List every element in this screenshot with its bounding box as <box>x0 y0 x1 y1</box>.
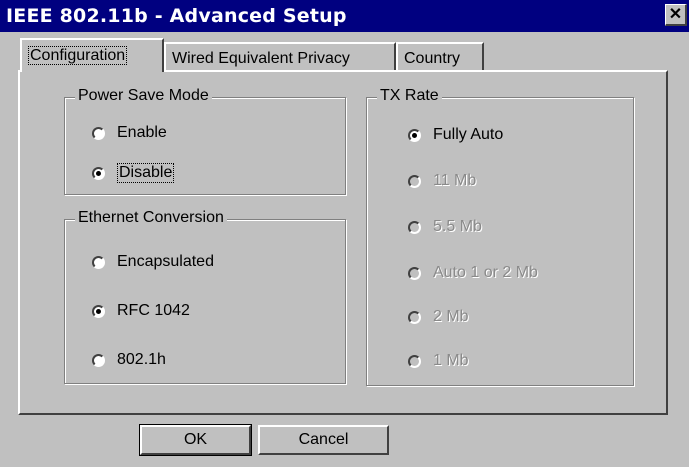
tab-wep-label: Wired Equivalent Privacy <box>172 50 350 67</box>
tab-country-label: Country <box>404 50 461 67</box>
power-save-enable-option[interactable]: Enable <box>92 124 167 142</box>
tx-rate-legend: TX Rate <box>377 87 442 105</box>
option-label: 2 Mb <box>433 308 469 325</box>
cancel-button[interactable]: Cancel <box>258 425 389 455</box>
radio-unchecked-icon <box>408 174 421 188</box>
title-bar: IEEE 802.11b - Advanced Setup ✕ <box>0 0 689 32</box>
close-button[interactable]: ✕ <box>665 4 687 26</box>
tab-configuration-label: Configuration <box>28 46 128 65</box>
radio-checked-icon <box>408 128 421 142</box>
close-icon: ✕ <box>668 6 683 23</box>
radio-checked-icon <box>92 166 105 180</box>
option-label: 1 Mb <box>433 352 469 369</box>
power-save-disable-option[interactable]: Disable <box>92 163 175 183</box>
option-label: 5.5 Mb <box>433 218 482 235</box>
option-label: Encapsulated <box>117 253 214 270</box>
radio-unchecked-icon <box>408 220 421 234</box>
option-label: 802.1h <box>117 351 166 368</box>
window-title: IEEE 802.11b - Advanced Setup <box>6 5 347 27</box>
radio-unchecked-icon <box>92 255 105 269</box>
radio-unchecked-icon <box>408 354 421 368</box>
power-save-mode-legend: Power Save Mode <box>75 87 212 105</box>
ethernet-encapsulated-option[interactable]: Encapsulated <box>92 253 214 271</box>
tx-rate-2mb-option: 2 Mb <box>408 308 469 326</box>
radio-unchecked-icon <box>92 353 105 367</box>
tx-rate-1mb-option: 1 Mb <box>408 352 469 370</box>
ok-button[interactable]: OK <box>139 424 252 456</box>
tx-rate-5-5mb-option: 5.5 Mb <box>408 218 482 236</box>
tx-rate-11mb-option: 11 Mb <box>408 172 476 190</box>
radio-unchecked-icon <box>408 266 421 280</box>
option-label: 11 Mb <box>433 172 477 189</box>
option-label: Fully Auto <box>433 126 504 143</box>
ethernet-8021h-option[interactable]: 802.1h <box>92 351 166 369</box>
tx-rate-auto-1-or-2mb-option: Auto 1 or 2 Mb <box>408 264 538 282</box>
tab-wired-equivalent-privacy[interactable]: Wired Equivalent Privacy <box>164 42 396 70</box>
tab-country[interactable]: Country <box>396 42 484 70</box>
option-label: RFC 1042 <box>117 302 190 319</box>
radio-unchecked-icon <box>92 126 105 140</box>
tab-configuration[interactable]: Configuration <box>20 38 164 72</box>
tx-rate-fully-auto-option[interactable]: Fully Auto <box>408 126 503 144</box>
option-label: Enable <box>117 124 167 141</box>
option-label: Auto 1 or 2 Mb <box>433 264 538 281</box>
radio-checked-icon <box>92 304 105 318</box>
ethernet-conversion-legend: Ethernet Conversion <box>75 209 227 227</box>
option-label: Disable <box>117 163 175 183</box>
ethernet-rfc1042-option[interactable]: RFC 1042 <box>92 302 190 320</box>
radio-unchecked-icon <box>408 310 421 324</box>
